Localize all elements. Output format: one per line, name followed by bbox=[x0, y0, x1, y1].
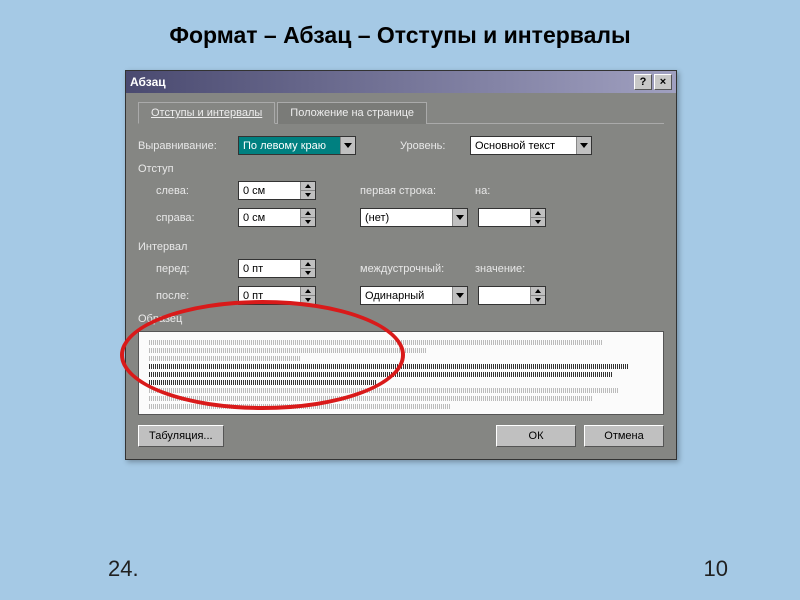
level-dropdown[interactable]: Основной текст bbox=[470, 136, 592, 155]
indent-by-input[interactable] bbox=[478, 208, 546, 227]
dialog-title: Абзац bbox=[130, 75, 632, 89]
indent-right-label: справа: bbox=[156, 212, 238, 224]
after-input[interactable]: 0 пт bbox=[238, 286, 316, 305]
indent-right-input[interactable]: 0 см bbox=[238, 208, 316, 227]
slide-title: Формат – Абзац – Отступы и интервалы bbox=[0, 0, 800, 63]
after-value: 0 пт bbox=[239, 287, 300, 304]
alignment-dropdown[interactable]: По левому краю bbox=[238, 136, 356, 155]
before-label: перед: bbox=[156, 263, 238, 275]
chevron-down-icon bbox=[452, 287, 467, 304]
footer-right: 10 bbox=[704, 556, 728, 582]
tabs-button[interactable]: Табуляция... bbox=[138, 425, 224, 447]
spin-down-icon[interactable] bbox=[300, 218, 315, 226]
help-button[interactable]: ? bbox=[634, 74, 652, 90]
indent-left-value: 0 см bbox=[239, 182, 300, 199]
preview-box bbox=[138, 331, 664, 415]
before-value: 0 пт bbox=[239, 260, 300, 277]
firstline-dropdown[interactable]: (нет) bbox=[360, 208, 468, 227]
spin-up-icon[interactable] bbox=[530, 287, 545, 296]
spin-up-icon[interactable] bbox=[300, 182, 315, 191]
alignment-value: По левому краю bbox=[239, 140, 340, 152]
tab-indents-spacing[interactable]: Отступы и интервалы bbox=[138, 102, 275, 124]
footer-left: 24. bbox=[108, 556, 139, 582]
paragraph-dialog: Абзац ? × Отступы и интервалы Положение … bbox=[125, 70, 677, 460]
linespacing-value: Одинарный bbox=[361, 290, 452, 302]
firstline-label: первая строка: bbox=[360, 185, 475, 197]
spin-down-icon[interactable] bbox=[300, 269, 315, 277]
at-value bbox=[479, 287, 530, 304]
tab-label: Отступы и интервалы bbox=[151, 107, 262, 119]
level-value: Основной текст bbox=[471, 140, 576, 152]
tab-page-position[interactable]: Положение на странице bbox=[277, 102, 427, 124]
tab-strip: Отступы и интервалы Положение на страниц… bbox=[138, 101, 664, 124]
indent-right-value: 0 см bbox=[239, 209, 300, 226]
dialog-body: Отступы и интервалы Положение на страниц… bbox=[126, 93, 676, 459]
after-label: после: bbox=[156, 290, 238, 302]
cancel-button[interactable]: Отмена bbox=[584, 425, 664, 447]
spin-up-icon[interactable] bbox=[300, 260, 315, 269]
spin-down-icon[interactable] bbox=[300, 296, 315, 304]
at-input[interactable] bbox=[478, 286, 546, 305]
spin-up-icon[interactable] bbox=[300, 209, 315, 218]
indent-by-value bbox=[479, 209, 530, 226]
titlebar: Абзац ? × bbox=[126, 71, 676, 93]
indent-left-input[interactable]: 0 см bbox=[238, 181, 316, 200]
close-button[interactable]: × bbox=[654, 74, 672, 90]
chevron-down-icon bbox=[340, 137, 355, 154]
before-input[interactable]: 0 пт bbox=[238, 259, 316, 278]
chevron-down-icon bbox=[452, 209, 467, 226]
spin-down-icon[interactable] bbox=[530, 218, 545, 226]
chevron-down-icon bbox=[576, 137, 591, 154]
ok-button[interactable]: ОК bbox=[496, 425, 576, 447]
spin-up-icon[interactable] bbox=[530, 209, 545, 218]
linespacing-label: междустрочный: bbox=[360, 263, 475, 275]
indent-by-label: на: bbox=[475, 185, 515, 197]
spin-up-icon[interactable] bbox=[300, 287, 315, 296]
preview-label: Образец bbox=[138, 313, 664, 325]
alignment-label: Выравнивание: bbox=[138, 140, 238, 152]
indent-group-label: Отступ bbox=[138, 163, 664, 175]
linespacing-dropdown[interactable]: Одинарный bbox=[360, 286, 468, 305]
spin-down-icon[interactable] bbox=[300, 191, 315, 199]
firstline-value: (нет) bbox=[361, 212, 452, 224]
level-label: Уровень: bbox=[400, 140, 470, 152]
spacing-group-label: Интервал bbox=[138, 241, 664, 253]
at-label: значение: bbox=[475, 263, 535, 275]
indent-left-label: слева: bbox=[156, 185, 238, 197]
spin-down-icon[interactable] bbox=[530, 296, 545, 304]
